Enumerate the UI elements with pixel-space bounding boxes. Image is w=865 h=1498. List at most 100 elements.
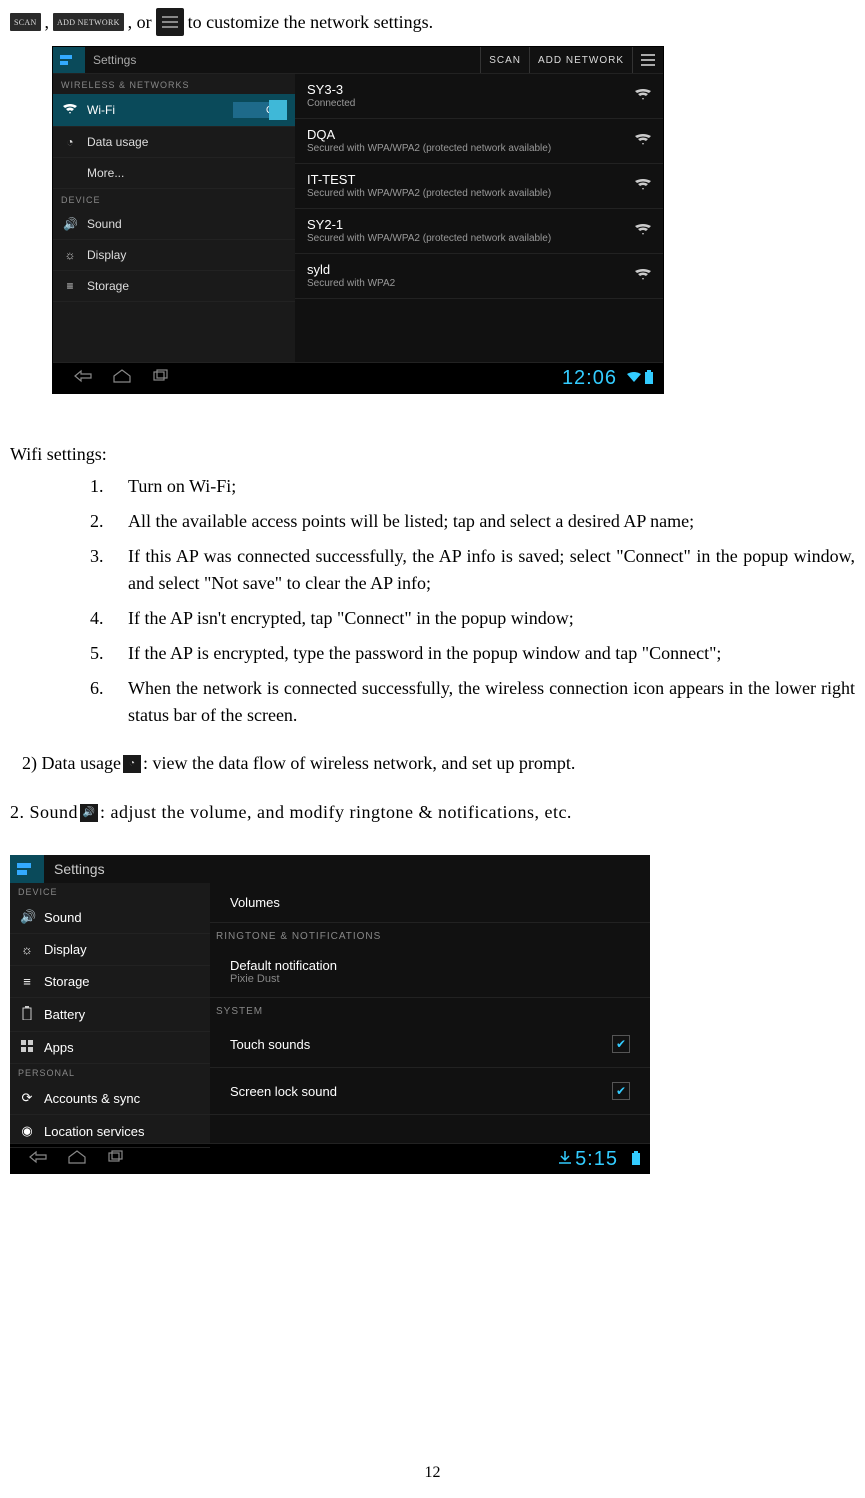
display-icon: ☼: [20, 942, 34, 957]
data-usage-label: Data usage: [87, 135, 285, 149]
wifi-steps-list: 1.Turn on Wi-Fi; 2.All the available acc…: [10, 473, 855, 729]
volumes-row[interactable]: Volumes: [210, 883, 650, 923]
more-label: More...: [87, 166, 285, 180]
wifi-desc: Secured with WPA/WPA2 (protected network…: [307, 187, 567, 200]
recent-apps-icon[interactable]: [106, 1150, 124, 1169]
location-icon: ◉: [20, 1123, 34, 1139]
recent-apps-icon[interactable]: [151, 369, 169, 388]
step-2: All the available access points will be …: [128, 508, 694, 535]
scan-button-image: SCAN: [10, 13, 41, 31]
battery-icon: [20, 1006, 34, 1023]
intro-rest: to customize the network settings.: [188, 12, 433, 33]
apps-label: Apps: [44, 1040, 74, 1055]
sidebar-item-sound[interactable]: 🔊 Sound: [53, 209, 295, 240]
system-header: SYSTEM: [210, 998, 650, 1021]
wifi-ssid: DQA: [307, 127, 625, 142]
overflow-menu-button[interactable]: [632, 47, 663, 73]
apps-icon: [20, 1040, 34, 1055]
settings-sidebar: DEVICE 🔊 Sound ☼ Display ≡ Storage: [10, 883, 210, 1143]
touch-sounds-checkbox[interactable]: ✔: [612, 1035, 630, 1053]
home-icon[interactable]: [113, 369, 131, 388]
sidebar-item-display[interactable]: ☼ Display: [53, 240, 295, 271]
sound-text: : adjust the volume, and modify ringtone…: [100, 802, 572, 823]
download-tray-icon: [555, 1149, 575, 1170]
accounts-sync-label: Accounts & sync: [44, 1091, 140, 1106]
menu-icon-image: [156, 8, 184, 36]
personal-header: PERSONAL: [10, 1064, 210, 1082]
wifi-network-row[interactable]: DQA Secured with WPA/WPA2 (protected net…: [295, 119, 663, 164]
wireless-networks-header: WIRELESS & NETWORKS: [53, 74, 295, 94]
wifi-network-row[interactable]: SY2-1 Secured with WPA/WPA2 (protected n…: [295, 209, 663, 254]
wifi-toggle[interactable]: ON: [233, 102, 285, 118]
sidebar-item-accounts-sync[interactable]: ⟳ Accounts & sync: [10, 1082, 210, 1115]
wifi-network-row[interactable]: IT-TEST Secured with WPA/WPA2 (protected…: [295, 164, 663, 209]
volumes-label: Volumes: [230, 895, 630, 910]
wifi-desc: Connected: [307, 97, 567, 110]
battery-tray-icon: [632, 1149, 650, 1170]
data-usage-inline-icon: ◔: [123, 755, 141, 773]
intro-or: , or: [128, 12, 152, 33]
wifi-settings-heading: Wifi settings:: [10, 444, 855, 465]
display-label: Display: [44, 942, 87, 957]
status-clock: 12:06: [562, 367, 625, 390]
intro-line: SCAN , ADD NETWORK , or to customize the…: [10, 8, 855, 36]
storage-label: Storage: [87, 279, 285, 293]
screen-lock-sound-row[interactable]: Screen lock sound ✔: [210, 1068, 650, 1115]
status-clock: 5:15: [575, 1148, 632, 1171]
default-notification-row[interactable]: Default notification Pixie Dust: [210, 946, 650, 998]
ringtone-notifications-header: RINGTONE & NOTIFICATIONS: [210, 923, 650, 946]
touch-sounds-label: Touch sounds: [230, 1037, 310, 1052]
sidebar-item-display[interactable]: ☼ Display: [10, 934, 210, 966]
sidebar-item-battery[interactable]: Battery: [10, 998, 210, 1032]
default-notification-value: Pixie Dust: [230, 973, 630, 985]
nav-bar: 12:06: [53, 362, 663, 393]
sound-prefix: 2. Sound: [10, 802, 78, 823]
location-label: Location services: [44, 1124, 144, 1139]
wifi-network-row[interactable]: SY3-3 Connected: [295, 74, 663, 119]
sidebar-item-more[interactable]: More...: [53, 158, 295, 189]
sound-icon: 🔊: [63, 217, 77, 231]
data-usage-text: : view the data flow of wireless network…: [143, 753, 575, 774]
default-notification-label: Default notification: [230, 958, 630, 973]
page-number: 12: [0, 1464, 865, 1482]
battery-label: Battery: [44, 1007, 85, 1022]
scan-button[interactable]: SCAN: [480, 47, 529, 73]
device-header: DEVICE: [10, 883, 210, 901]
sound-icon: 🔊: [20, 909, 34, 925]
back-icon[interactable]: [73, 369, 93, 388]
storage-icon: ≡: [63, 279, 77, 293]
wifi-signal-lock-icon: [635, 178, 651, 194]
sidebar-item-sound[interactable]: 🔊 Sound: [10, 901, 210, 934]
wifi-signal-lock-icon: [635, 223, 651, 239]
wifi-networks-list: SY3-3 Connected DQA Secured with WPA/WPA…: [295, 74, 663, 362]
back-icon[interactable]: [28, 1150, 48, 1169]
settings-header-icon: [53, 47, 85, 73]
sidebar-item-storage[interactable]: ≡ Storage: [53, 271, 295, 302]
touch-sounds-row[interactable]: Touch sounds ✔: [210, 1021, 650, 1068]
wifi-desc: Secured with WPA/WPA2 (protected network…: [307, 142, 567, 155]
step-4: If the AP isn't encrypted, tap "Connect"…: [128, 605, 574, 632]
wifi-ssid: SY2-1: [307, 217, 625, 232]
sound-label: Sound: [87, 217, 285, 231]
data-usage-prefix: 2) Data usage: [22, 753, 121, 774]
wifi-network-row[interactable]: syld Secured with WPA2: [295, 254, 663, 299]
home-icon[interactable]: [68, 1150, 86, 1169]
wifi-tray-icon: [625, 372, 643, 385]
screen-lock-sound-checkbox[interactable]: ✔: [612, 1082, 630, 1100]
settings-sidebar: WIRELESS & NETWORKS Wi-Fi ON ◔ Data usag…: [53, 74, 295, 362]
add-network-button[interactable]: ADD NETWORK: [529, 47, 632, 73]
battery-tray-icon: [643, 370, 655, 387]
sidebar-item-data-usage[interactable]: ◔ Data usage: [53, 127, 295, 158]
settings-header-icon: [10, 855, 44, 883]
sidebar-item-storage[interactable]: ≡ Storage: [10, 966, 210, 998]
sync-icon: ⟳: [20, 1090, 34, 1106]
sidebar-item-wifi[interactable]: Wi-Fi ON: [53, 94, 295, 127]
sidebar-item-location[interactable]: ◉ Location services: [10, 1115, 210, 1148]
device-header: DEVICE: [53, 189, 295, 209]
display-icon: ☼: [63, 248, 77, 262]
sidebar-item-apps[interactable]: Apps: [10, 1032, 210, 1064]
intro-comma1: ,: [45, 12, 50, 33]
step-1: Turn on Wi-Fi;: [128, 473, 236, 500]
settings-title: Settings: [93, 53, 136, 67]
display-label: Display: [87, 248, 285, 262]
